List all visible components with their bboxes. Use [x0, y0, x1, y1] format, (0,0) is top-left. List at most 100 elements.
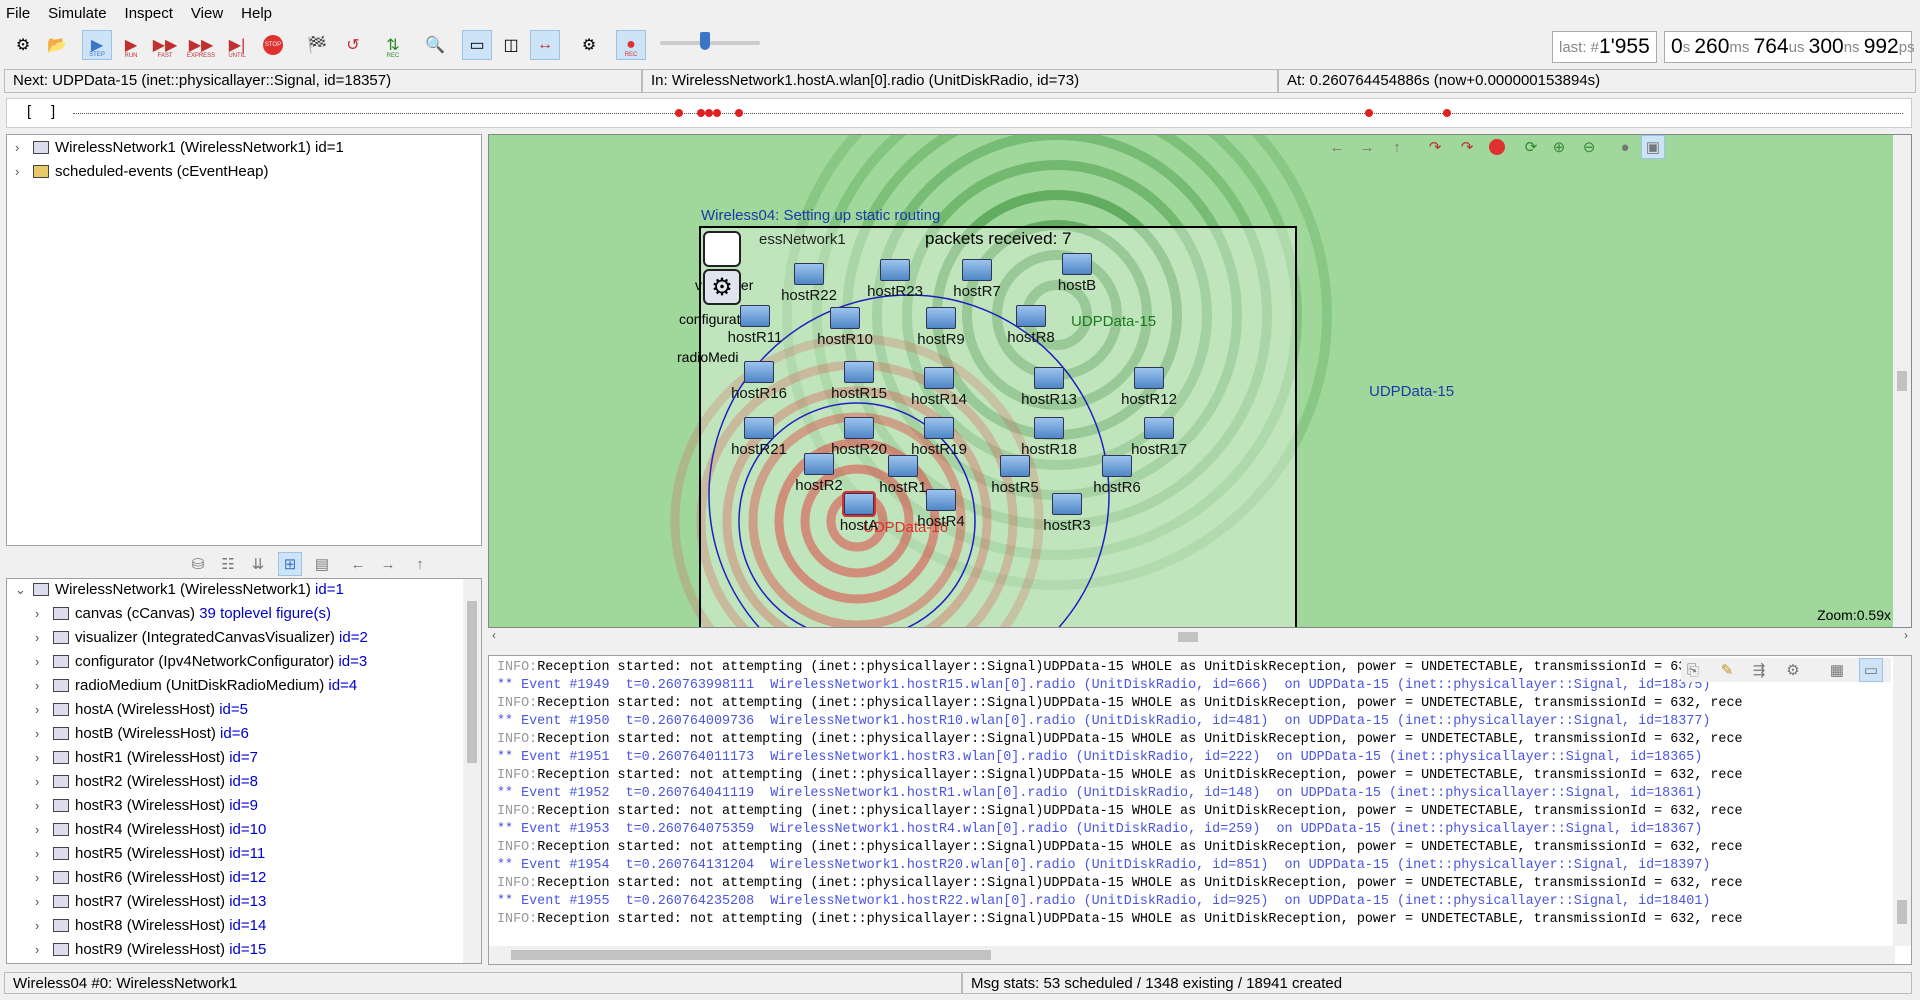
- rec-video-button[interactable]: ● REC: [616, 30, 646, 60]
- scroll-left-icon[interactable]: ‹: [492, 628, 496, 642]
- chevron-right-icon[interactable]: ›: [35, 819, 49, 841]
- tree-row-module[interactable]: › hostR2 (WirelessHost) id=8: [35, 771, 258, 793]
- chevron-right-icon[interactable]: ›: [35, 723, 49, 745]
- host-node[interactable]: hostR3: [1027, 493, 1107, 534]
- log-view-icon[interactable]: ▭: [1859, 658, 1883, 682]
- refresh-layout-icon[interactable]: ⟳: [1519, 135, 1543, 159]
- filter-icon[interactable]: ⇶: [1747, 658, 1771, 682]
- tree-row-module[interactable]: › hostR9 (WirelessHost) id=15: [35, 939, 266, 961]
- scrollbar-thumb[interactable]: [511, 950, 991, 960]
- chevron-right-icon[interactable]: ›: [35, 915, 49, 937]
- tree-row-network[interactable]: › WirelessNetwork1 (WirelessNetwork1) id=…: [15, 137, 344, 159]
- tree-row-module[interactable]: › hostR8 (WirelessHost) id=14: [35, 915, 266, 937]
- host-node[interactable]: hostR12: [1109, 367, 1189, 408]
- timeline-event-marker[interactable]: [713, 109, 721, 117]
- host-node[interactable]: hostR11: [715, 305, 795, 346]
- host-node[interactable]: hostR2: [779, 453, 859, 494]
- tree-view-icon[interactable]: ⊞: [278, 552, 302, 576]
- run-until-module-icon[interactable]: ↷: [1455, 135, 1479, 159]
- messages-view-icon[interactable]: ▦: [1825, 658, 1849, 682]
- tree-row-module[interactable]: › radioMedium (UnitDiskRadioMedium) id=4: [35, 675, 357, 697]
- host-node[interactable]: hostR17: [1119, 417, 1199, 458]
- timeline-event-marker[interactable]: [697, 109, 705, 117]
- host-node[interactable]: hostR16: [719, 361, 799, 402]
- host-node[interactable]: hostR9: [901, 307, 981, 348]
- chevron-down-icon[interactable]: ⌄: [15, 579, 29, 601]
- record-icon[interactable]: ⇅ REC: [378, 30, 408, 60]
- chevron-right-icon[interactable]: ›: [35, 891, 49, 913]
- chevron-right-icon[interactable]: ›: [35, 603, 49, 625]
- layout-horizontal-icon[interactable]: ▭: [462, 30, 492, 60]
- run-button[interactable]: ▶ RUN: [116, 30, 146, 60]
- timeline-event-marker[interactable]: [1443, 109, 1451, 117]
- tree-row-module[interactable]: › hostR7 (WirelessHost) id=13: [35, 891, 266, 913]
- new-network-icon[interactable]: ⚙: [8, 30, 38, 60]
- find-icon[interactable]: ✎: [1715, 658, 1739, 682]
- host-node[interactable]: hostR19: [899, 417, 979, 458]
- search-icon[interactable]: 🔍: [420, 30, 450, 60]
- copy-icon[interactable]: ⎘: [1681, 658, 1705, 682]
- menu-simulate[interactable]: Simulate: [48, 5, 106, 22]
- host-node[interactable]: hostR20: [819, 417, 899, 458]
- group-by-icon[interactable]: ⛁: [186, 552, 210, 576]
- event-timeline[interactable]: [ ]: [6, 98, 1912, 128]
- host-node[interactable]: hostB: [1037, 253, 1117, 294]
- children-view-icon[interactable]: ⇊: [246, 552, 270, 576]
- tree-row-scheduled-events[interactable]: › scheduled-events (cEventHeap): [15, 161, 268, 183]
- chevron-right-icon[interactable]: ›: [35, 843, 49, 865]
- configurator-gear-icon[interactable]: ⚙: [703, 269, 741, 305]
- chevron-right-icon[interactable]: ›: [15, 137, 29, 159]
- back-arrow-icon[interactable]: ←: [346, 552, 370, 576]
- inspector-icon[interactable]: ▤: [310, 552, 334, 576]
- forward-arrow-icon[interactable]: →: [376, 552, 400, 576]
- settings-gear-icon[interactable]: ⚙: [574, 30, 604, 60]
- forward-arrow-icon[interactable]: →: [1355, 135, 1379, 159]
- timeline-event-marker[interactable]: [1365, 109, 1373, 117]
- stop-icon[interactable]: [1485, 135, 1509, 159]
- menu-view[interactable]: View: [191, 5, 223, 22]
- chevron-right-icon[interactable]: ›: [15, 161, 29, 183]
- chevron-right-icon[interactable]: ›: [35, 747, 49, 769]
- scroll-right-icon[interactable]: ›: [1904, 628, 1908, 642]
- zoom-out-icon[interactable]: ⊖: [1577, 135, 1601, 159]
- chevron-right-icon[interactable]: ›: [35, 771, 49, 793]
- tree-row-module[interactable]: › hostA (WirelessHost) id=5: [35, 699, 248, 721]
- host-node[interactable]: hostR6: [1077, 455, 1157, 496]
- timeline-event-marker[interactable]: [705, 109, 713, 117]
- tree-row-module[interactable]: › hostR5 (WirelessHost) id=11: [35, 843, 265, 865]
- chevron-right-icon[interactable]: ›: [35, 651, 49, 673]
- log-settings-gear-icon[interactable]: ⚙: [1781, 658, 1805, 682]
- scrollbar-thumb[interactable]: [1178, 632, 1198, 642]
- menu-file[interactable]: File: [6, 5, 30, 22]
- chevron-right-icon[interactable]: ›: [35, 867, 49, 889]
- host-node[interactable]: hostR5: [975, 455, 1055, 496]
- flat-view-icon[interactable]: ☷: [216, 552, 240, 576]
- network-canvas[interactable]: Wireless04: Setting up static routing es…: [488, 134, 1912, 628]
- host-node[interactable]: hostR15: [819, 361, 899, 402]
- timeline-icon[interactable]: ↔: [530, 30, 560, 60]
- menu-inspect[interactable]: Inspect: [125, 5, 173, 22]
- host-node[interactable]: hostR23: [855, 259, 935, 300]
- host-node[interactable]: hostR4: [901, 489, 981, 530]
- scrollbar-thumb[interactable]: [1897, 371, 1907, 391]
- until-button[interactable]: ▶| UNTIL: [222, 30, 252, 60]
- timeline-event-marker[interactable]: [675, 109, 683, 117]
- canvas-vscrollbar[interactable]: [1893, 135, 1911, 627]
- scrollbar-thumb[interactable]: [1897, 900, 1907, 924]
- layers-icon[interactable]: ●: [1613, 135, 1637, 159]
- host-node[interactable]: hostR8: [991, 305, 1071, 346]
- finish-flag-icon[interactable]: 🏁: [302, 30, 332, 60]
- step-to-module-icon[interactable]: ↷: [1423, 135, 1447, 159]
- layout-vertical-icon[interactable]: ◫: [496, 30, 526, 60]
- chevron-right-icon[interactable]: ›: [35, 939, 49, 961]
- open-icon[interactable]: 📂: [42, 30, 72, 60]
- module-tree-scrollbar[interactable]: [463, 579, 481, 963]
- canvas-hscrollbar[interactable]: ‹ ›: [488, 628, 1912, 646]
- tree-row-module[interactable]: › hostB (WirelessHost) id=6: [35, 723, 249, 745]
- host-node[interactable]: hostR14: [899, 367, 979, 408]
- tree-row-module[interactable]: › configurator (Ipv4NetworkConfigurator) …: [35, 651, 367, 673]
- express-button[interactable]: ▶▶ EXPRESS: [186, 30, 216, 60]
- up-arrow-icon[interactable]: ↑: [1385, 135, 1409, 159]
- tree-row-root[interactable]: ⌄ WirelessNetwork1 (WirelessNetwork1) id=…: [15, 579, 344, 601]
- log-vscrollbar[interactable]: [1893, 656, 1911, 946]
